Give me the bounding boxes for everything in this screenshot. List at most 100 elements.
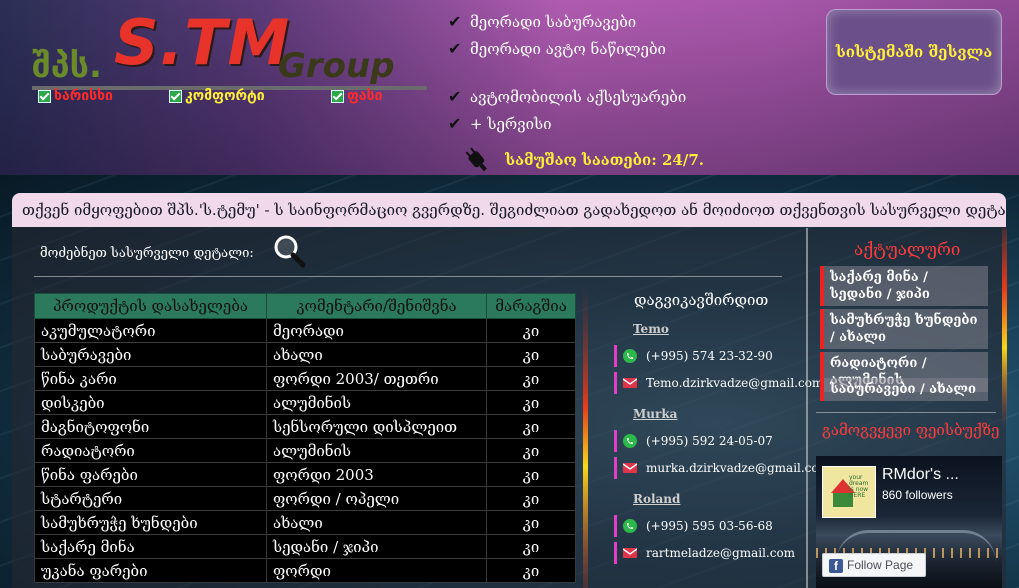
contact-phone: (+995) 574 23-32-90	[646, 349, 773, 363]
follow-label: Follow Page	[847, 558, 914, 572]
page-avatar[interactable]: your dream is now HERE	[822, 466, 876, 518]
mail-icon	[623, 378, 637, 388]
stock-cell: კი	[486, 462, 576, 487]
contact-phone: (+995) 592 24-05-07	[646, 434, 773, 448]
news-title: აქტუალური	[854, 240, 961, 260]
stock-cell: კი	[486, 534, 576, 559]
facebook-followers: 860 followers	[882, 488, 953, 502]
column-header: კომენტარი/შენიშვნა	[266, 293, 487, 319]
product-name-cell: მაგნიტოფონი	[34, 414, 267, 439]
contacts-section: დაგვიკავშირდით Temo (+995) 574 23-32-90 …	[596, 285, 830, 588]
logo-suffix: Group	[278, 46, 395, 86]
badge-label: ხარისხი	[54, 88, 113, 104]
divider-gradient-left	[583, 285, 588, 588]
contact-name: Murka	[633, 407, 678, 421]
check-icon	[331, 89, 344, 103]
facebook-widget[interactable]: your dream is now HERE RMdor's ... 860 f…	[816, 456, 1002, 588]
product-name-cell: აკუმულატორი	[34, 318, 267, 343]
search-divider	[34, 276, 782, 277]
logo-prefix: შპს.	[32, 46, 102, 86]
table-row: მაგნიტოფონი სენსორული დისპლეით კი	[34, 414, 576, 439]
search-area: მოძებნეთ სასურველი დეტალი:	[40, 232, 360, 272]
hours-text: სამუშაო საათები: 24/7.	[505, 151, 704, 169]
contact-email-row: murka.dzirkvadze@gmail.com	[614, 457, 830, 479]
site-logo[interactable]: შპს. S.TM Group	[32, 6, 432, 92]
product-note-cell: ფორდი 2003	[266, 462, 487, 487]
logo-brand: S.TM	[114, 6, 291, 79]
contact-email[interactable]: murka.dzirkvadze@gmail.com	[646, 457, 830, 479]
checkmark-icon: ✔	[448, 12, 462, 31]
badge-comfort: კომფორტი	[169, 88, 265, 104]
right-sidebar: აქტუალური საქარე მინა / სედანი / ჯიპი სა…	[806, 228, 1006, 588]
product-name-cell: რადიატორი	[34, 438, 267, 463]
product-name-cell: საბურავები	[34, 342, 267, 367]
stock-cell: კი	[486, 486, 576, 511]
checkmark-icon: ✔	[448, 39, 462, 58]
product-name-cell: სტარტერი	[34, 486, 267, 511]
product-note-cell: ახალი	[266, 342, 487, 367]
follow-page-button[interactable]: f Follow Page	[822, 553, 926, 577]
avatar-tagline: your dream is now HERE	[849, 474, 869, 499]
product-note-cell: სენსორული დისპლეით	[266, 414, 487, 439]
facebook-title: გამოგვყევი ფეისბუქზე	[822, 421, 1000, 439]
stock-cell: კი	[486, 558, 576, 583]
stock-cell: კი	[486, 366, 576, 391]
table-row: საბურავები ახალი კი	[34, 342, 576, 367]
stock-cell: კი	[486, 318, 576, 343]
mail-icon	[623, 548, 637, 558]
facebook-icon: f	[829, 558, 843, 573]
sidebar-divider	[806, 228, 808, 588]
news-item[interactable]: საქარე მინა / სედანი / ჯიპი	[820, 266, 988, 306]
product-note-cell: ალუმინის	[266, 390, 487, 415]
product-note-cell: მეორადი	[266, 318, 487, 343]
product-name-cell: უკანა ფარები	[34, 558, 267, 583]
mail-icon	[623, 463, 637, 473]
product-note-cell: ფორდი	[266, 558, 487, 583]
search-icon[interactable]	[272, 234, 306, 268]
table-row: დისკები ალუმინის კი	[34, 390, 576, 415]
contact-email[interactable]: rartmeladze@gmail.com	[646, 542, 795, 564]
table-header-row: პროდუქტის დასახელება კომენტარი/შენიშვნა …	[34, 293, 576, 319]
search-label: მოძებნეთ სასურველი დეტალი:	[40, 246, 254, 261]
column-header: პროდუქტის დასახელება	[34, 293, 267, 319]
product-name-cell: დისკები	[34, 390, 267, 415]
product-note-cell: ფორდი / ოპელი	[266, 486, 487, 511]
news-item[interactable]: სამუხრუჭე ხუნდები / ახალი	[820, 309, 988, 349]
contact-email-row: rartmeladze@gmail.com	[614, 542, 804, 564]
facebook-page-name[interactable]: RMdor's ...	[882, 466, 959, 484]
phone-icon	[623, 349, 637, 363]
table-row: წინა ფარები ფორდი 2003 კი	[34, 462, 576, 487]
service-label: მეორადი საბურავები	[470, 13, 637, 31]
login-button[interactable]: სისტემაში შესვლა	[826, 9, 1002, 95]
table-row: საქარე მინა სედანი / ჯიპი კი	[34, 534, 576, 559]
contact-email[interactable]: Temo.dzirkvadze@gmail.com	[646, 372, 823, 394]
phone-icon	[623, 519, 637, 533]
contact-phone: (+995) 595 03-56-68	[646, 519, 773, 533]
badge-label: ფასი	[347, 88, 383, 104]
table-row: სტარტერი ფორდი / ოპელი კი	[34, 486, 576, 511]
contact-phone-row: (+995) 595 03-56-68	[614, 515, 804, 537]
stock-cell: კი	[486, 510, 576, 535]
checkmark-icon: ✔	[448, 87, 462, 106]
news-item[interactable]: საბურავები / ახალი	[820, 378, 988, 401]
section-divider	[816, 412, 996, 413]
products-table: პროდუქტის დასახელება კომენტარი/შენიშვნა …	[34, 293, 576, 583]
plug-icon	[465, 147, 487, 172]
product-name-cell: სამუხრუჭე ხუნდები	[34, 510, 267, 535]
checkmark-icon: ✔	[448, 114, 462, 133]
check-icon	[38, 89, 51, 103]
service-label: + სერვისი	[470, 115, 552, 133]
contact-email-row: Temo.dzirkvadze@gmail.com	[614, 372, 823, 394]
table-row: წინა კარი ფორდი 2003/ თეთრი კი	[34, 366, 576, 391]
service-item: ✔ მეორადი საბურავები	[448, 12, 636, 31]
stock-cell: კი	[486, 414, 576, 439]
column-header: მარაგშია	[486, 293, 576, 319]
table-row: უკანა ფარები ფორდი კი	[34, 558, 576, 583]
contact-name: Roland	[633, 492, 681, 506]
product-note-cell: სედანი / ჯიპი	[266, 534, 487, 559]
check-icon	[169, 89, 182, 103]
stock-cell: კი	[486, 438, 576, 463]
product-note-cell: ალუმინის	[266, 438, 487, 463]
stock-cell: კი	[486, 342, 576, 367]
service-label: მეორადი ავტო ნაწილები	[470, 40, 666, 58]
